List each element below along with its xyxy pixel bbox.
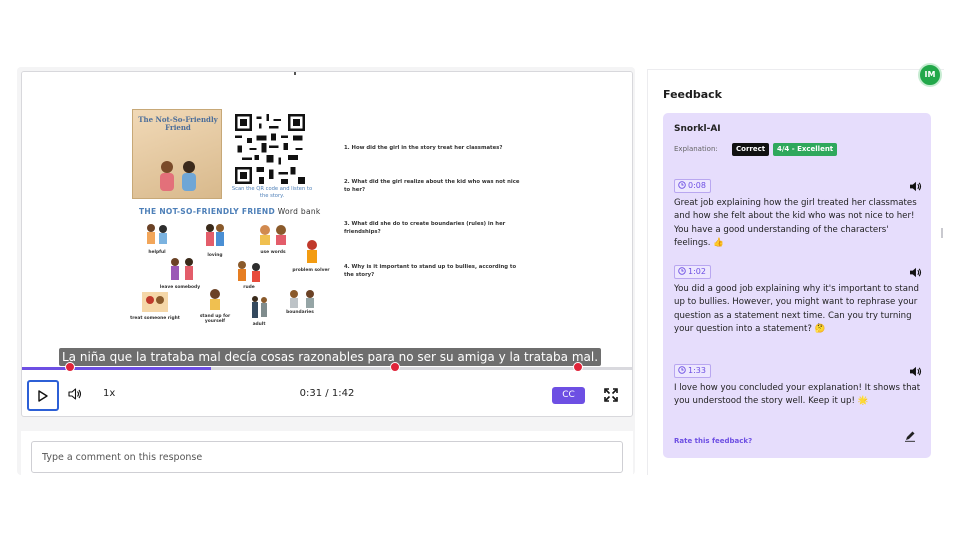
feedback-title: Feedback bbox=[663, 88, 722, 101]
scroll-edge bbox=[941, 228, 943, 238]
adult-illustration bbox=[252, 296, 267, 318]
wordbank-item: helpful bbox=[148, 250, 166, 255]
question-1: 1. How did the girl in the story treat h… bbox=[344, 145, 503, 151]
feedback-marker[interactable] bbox=[573, 362, 584, 372]
response-panel: The Not-So-Friendly Friend Scan the QR c… bbox=[17, 67, 635, 475]
comment-input[interactable] bbox=[31, 441, 623, 473]
clock-icon bbox=[678, 366, 686, 374]
qr-caption: Scan the QR code and listen to the story… bbox=[231, 186, 313, 199]
speaker-icon[interactable] bbox=[909, 366, 922, 377]
boundaries-illustration bbox=[290, 290, 314, 308]
wordbank-title: THE NOT-SO-FRIENDLY FRIEND Word bank bbox=[139, 207, 321, 216]
helpful-illustration bbox=[147, 224, 167, 244]
stand-up-illustration bbox=[210, 289, 220, 310]
feedback-panel: Feedback Snorkl-AI Explanation: Correct … bbox=[647, 69, 944, 475]
pen-icon[interactable] bbox=[904, 430, 916, 442]
feedback-marker[interactable] bbox=[390, 362, 401, 372]
rate-feedback-link[interactable]: Rate this feedback? bbox=[674, 437, 752, 445]
video-player: The Not-So-Friendly Friend Scan the QR c… bbox=[21, 71, 633, 417]
captions-button[interactable]: CC bbox=[552, 387, 585, 404]
qr-code bbox=[235, 114, 305, 184]
explanation-label: Explanation: bbox=[674, 145, 718, 153]
wordbank-item: problem solver bbox=[292, 268, 330, 273]
comment-section bbox=[21, 431, 633, 475]
wordbank-item: treat someone right bbox=[130, 316, 180, 321]
wordbank-item: stand up for yourself bbox=[199, 314, 231, 324]
wordbank-item: boundaries bbox=[286, 310, 314, 315]
correct-badge: Correct bbox=[732, 143, 770, 156]
feedback-card: Snorkl-AI Explanation: Correct 4/4 - Exc… bbox=[663, 113, 931, 458]
subtitle-caption: La niña que la trataba mal decía cosas r… bbox=[59, 348, 602, 366]
rude-illustration bbox=[238, 261, 260, 282]
volume-icon[interactable] bbox=[68, 388, 82, 400]
use-words-illustration bbox=[260, 225, 286, 245]
wordbank-item: use words bbox=[260, 250, 286, 255]
playback-speed-button[interactable]: 1x bbox=[103, 388, 115, 399]
question-3: 3. What did she do to create boundaries … bbox=[344, 221, 506, 235]
clock-icon bbox=[678, 181, 686, 189]
play-icon bbox=[38, 390, 48, 402]
play-button[interactable] bbox=[27, 380, 59, 411]
speaker-icon[interactable] bbox=[909, 181, 922, 192]
book-cover-image: The Not-So-Friendly Friend bbox=[132, 109, 222, 199]
progress-bar[interactable] bbox=[22, 367, 632, 370]
feedback-marker[interactable] bbox=[65, 362, 76, 372]
score-badge: 4/4 - Excellent bbox=[773, 143, 838, 156]
leave-somebody-illustration bbox=[171, 258, 193, 280]
feedback-text: You did a good job explaining why it's i… bbox=[674, 284, 919, 335]
feedback-text: I love how you concluded your explanatio… bbox=[674, 383, 921, 407]
timestamp-button[interactable]: 1:33 bbox=[674, 364, 711, 378]
progress-fill bbox=[22, 367, 212, 370]
fullscreen-icon[interactable] bbox=[604, 388, 618, 402]
clock-icon bbox=[678, 267, 686, 275]
treat-someone-right-illustration bbox=[142, 292, 168, 312]
problem-solver-illustration bbox=[307, 240, 317, 263]
feedback-text: Great job explaining how the girl treate… bbox=[674, 198, 917, 249]
frame-tick bbox=[294, 72, 296, 75]
player-controls: 1x 0:31 / 1:42 CC bbox=[22, 372, 632, 416]
app-root: The Not-So-Friendly Friend Scan the QR c… bbox=[0, 0, 960, 540]
loving-illustration bbox=[206, 224, 224, 246]
wordbank-item: rude bbox=[243, 285, 255, 290]
speaker-icon[interactable] bbox=[909, 267, 922, 278]
book-title: The Not-So-Friendly Friend bbox=[138, 115, 218, 132]
question-2: 2. What did the girl realize about the k… bbox=[344, 179, 520, 193]
timestamp-button[interactable]: 1:02 bbox=[674, 265, 711, 279]
timestamp-button[interactable]: 0:08 bbox=[674, 179, 711, 193]
question-4: 4. Why is it important to stand up to bu… bbox=[344, 264, 517, 278]
brand-logo: IM bbox=[918, 63, 942, 87]
feedback-author: Snorkl-AI bbox=[674, 124, 721, 134]
time-display: 0:31 / 1:42 bbox=[299, 388, 355, 399]
wordbank-item: adult bbox=[252, 322, 266, 327]
video-frame[interactable]: The Not-So-Friendly Friend Scan the QR c… bbox=[22, 72, 632, 372]
children-illustration bbox=[160, 161, 196, 191]
